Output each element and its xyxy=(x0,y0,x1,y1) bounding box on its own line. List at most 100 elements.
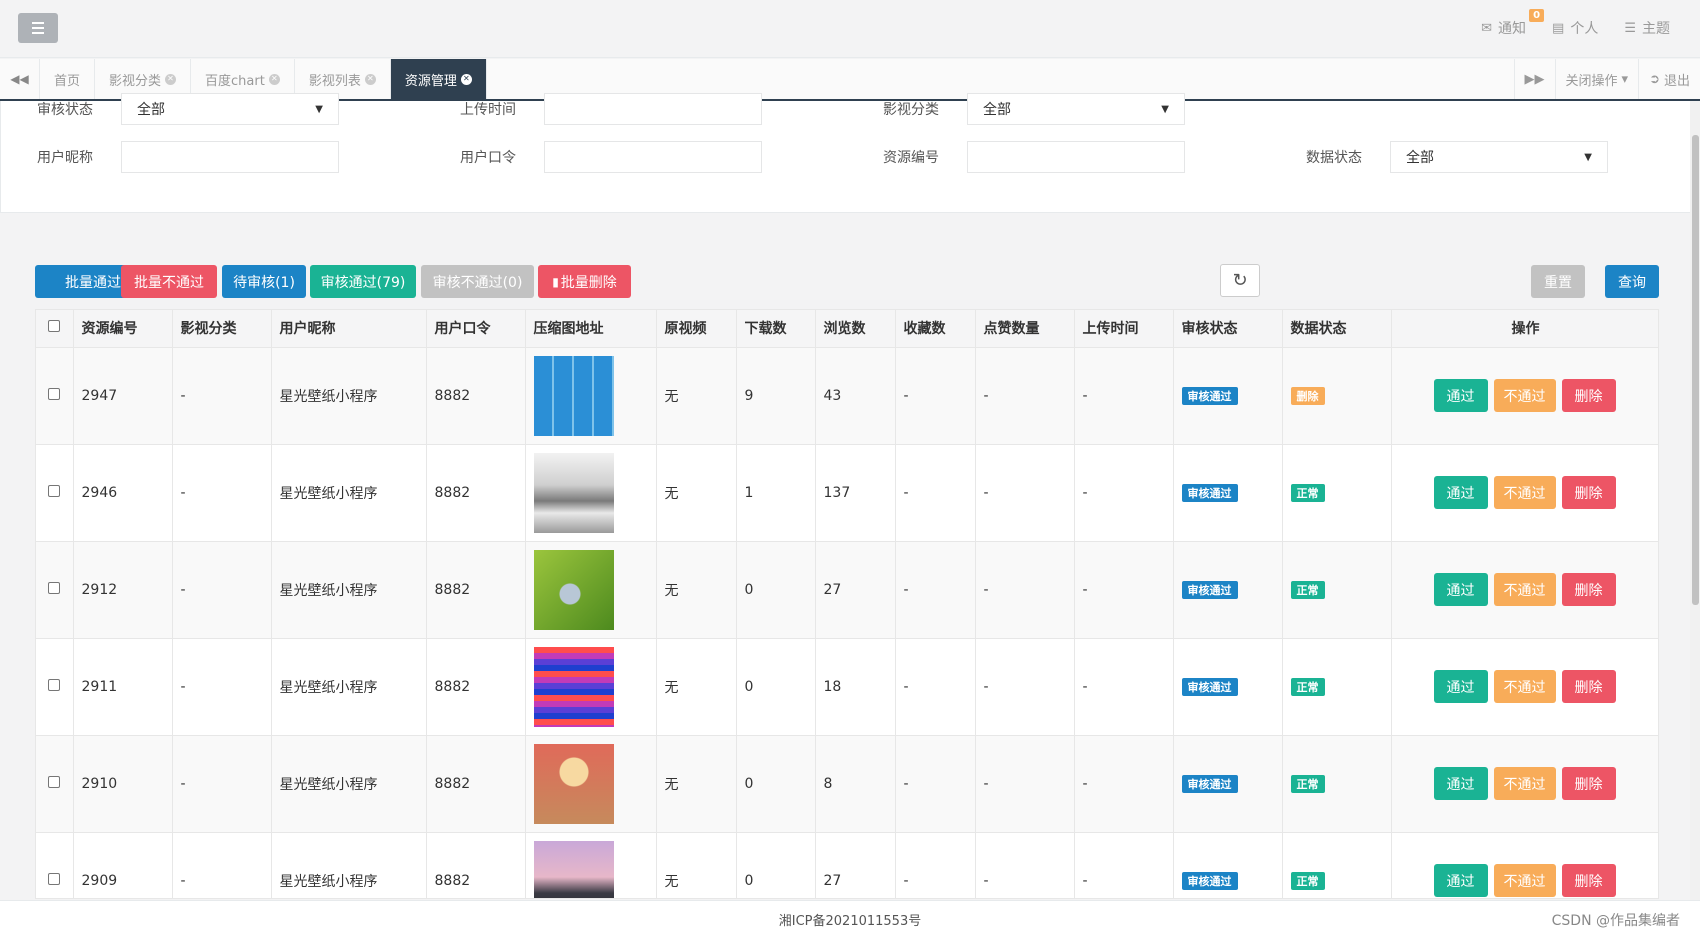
cell-video: 无 xyxy=(656,444,737,542)
caret-down-icon: ▾ xyxy=(1621,71,1629,87)
col-header[interactable]: 审核状态 xyxy=(1173,310,1283,348)
reset-button[interactable]: 重置 xyxy=(1531,265,1585,298)
col-header[interactable]: 压缩图地址 xyxy=(525,310,657,348)
fail-button[interactable]: 不通过 xyxy=(1493,864,1556,897)
cell-resource-id: 2910 xyxy=(73,735,173,833)
audit-status-label: 审核状态 xyxy=(37,102,93,118)
category-select[interactable]: 全部 ▼ xyxy=(967,93,1185,125)
delete-button[interactable]: 删除 xyxy=(1561,864,1616,897)
resource-table: 资源编号 影视分类 用户昵称 用户口令 压缩图地址 原视频 下载数 浏览数 收藏… xyxy=(35,309,1659,899)
delete-button[interactable]: 删除 xyxy=(1561,476,1616,509)
cell-downloads: 0 xyxy=(736,541,816,639)
thumbnail-image[interactable] xyxy=(533,840,614,898)
fail-button[interactable]: 不通过 xyxy=(1493,573,1556,606)
cell-token: 8882 xyxy=(426,347,526,445)
pass-button[interactable]: 通过 xyxy=(1433,379,1488,412)
menu-toggle-button[interactable] xyxy=(18,13,58,43)
col-header[interactable]: 收藏数 xyxy=(895,310,976,348)
failed-filter-button[interactable]: 审核不通过(0) xyxy=(421,265,534,298)
icp-record-link[interactable]: 湘ICP备2021011553号 xyxy=(779,910,921,929)
cell-nickname: 星光壁纸小程序 xyxy=(271,832,427,898)
close-icon[interactable]: ✕ xyxy=(460,73,472,85)
cell-nickname: 星光壁纸小程序 xyxy=(271,541,427,639)
delete-button[interactable]: 删除 xyxy=(1561,379,1616,412)
row-checkbox[interactable] xyxy=(48,775,61,788)
cell-audit-status: 审核通过 xyxy=(1173,541,1283,639)
tab-label: 影视列表 xyxy=(308,73,361,89)
row-checkbox[interactable] xyxy=(48,872,61,885)
top-header: ✉ 通知 0 ▤ 个人 ☰ 主题 xyxy=(0,0,1700,58)
tabs-scroll-right-button[interactable]: ▶▶ xyxy=(1513,59,1555,99)
audit-status-value: 全部 xyxy=(137,102,165,118)
thumbnail-image[interactable] xyxy=(533,355,614,436)
fail-button[interactable]: 不通过 xyxy=(1493,379,1556,412)
delete-button[interactable]: 删除 xyxy=(1561,670,1616,703)
select-all-checkbox[interactable] xyxy=(48,320,61,333)
theme-link[interactable]: ☰ 主题 xyxy=(1624,18,1670,38)
refresh-button[interactable]: ↻ xyxy=(1220,264,1260,297)
pass-button[interactable]: 通过 xyxy=(1433,573,1488,606)
delete-button[interactable]: 删除 xyxy=(1561,573,1616,606)
chevron-down-icon: ▼ xyxy=(315,103,323,115)
notify-link[interactable]: ✉ 通知 0 xyxy=(1481,9,1545,38)
col-header[interactable]: 资源编号 xyxy=(73,310,173,348)
upload-time-input[interactable] xyxy=(544,93,762,125)
pass-button[interactable]: 通过 xyxy=(1433,767,1488,800)
audit-status-badge: 审核通过 xyxy=(1181,677,1238,696)
data-status-select[interactable]: 全部 ▼ xyxy=(1390,141,1608,173)
nickname-input[interactable] xyxy=(121,141,339,173)
fail-button[interactable]: 不通过 xyxy=(1493,670,1556,703)
close-icon[interactable]: ✕ xyxy=(364,73,376,85)
row-checkbox[interactable] xyxy=(48,387,61,400)
nickname-field: 用户昵称 xyxy=(1,141,339,173)
cell-video: 无 xyxy=(656,541,737,639)
passed-filter-button[interactable]: 审核通过(79) xyxy=(310,265,416,298)
fail-button[interactable]: 不通过 xyxy=(1493,767,1556,800)
pass-button[interactable]: 通过 xyxy=(1433,476,1488,509)
row-checkbox[interactable] xyxy=(48,581,61,594)
col-header[interactable]: 用户口令 xyxy=(426,310,526,348)
logout-button[interactable]: ➲ 退出 xyxy=(1638,59,1700,99)
cell-upload-time: - xyxy=(1074,832,1174,898)
thumbnail-image[interactable] xyxy=(533,549,614,630)
batch-fail-button[interactable]: 批量不通过 xyxy=(121,265,217,298)
category-field: 影视分类 全部 ▼ xyxy=(847,93,1185,125)
thumbnail-image[interactable] xyxy=(533,646,614,727)
row-checkbox[interactable] xyxy=(48,678,61,691)
cell-category: - xyxy=(172,832,272,898)
pass-button[interactable]: 通过 xyxy=(1433,670,1488,703)
page-scrollbar-thumb[interactable] xyxy=(1692,135,1699,605)
cell-views: 27 xyxy=(815,541,896,639)
col-header[interactable]: 下载数 xyxy=(736,310,816,348)
pending-filter-button[interactable]: 待审核(1) xyxy=(222,265,306,298)
cell-favorites: - xyxy=(895,638,976,736)
col-header[interactable]: 浏览数 xyxy=(815,310,896,348)
cell-token: 8882 xyxy=(426,444,526,542)
col-header[interactable]: 数据状态 xyxy=(1282,310,1392,348)
cell-token: 8882 xyxy=(426,735,526,833)
resource-id-input[interactable] xyxy=(967,141,1185,173)
tab-label: 影视分类 xyxy=(109,73,162,89)
col-header[interactable]: 原视频 xyxy=(656,310,737,348)
thumbnail-image[interactable] xyxy=(533,452,614,533)
delete-button[interactable]: 删除 xyxy=(1561,767,1616,800)
audit-status-select[interactable]: 全部 ▼ xyxy=(121,93,339,125)
cell-actions: 通过 不通过 删除 xyxy=(1391,832,1658,898)
close-operations-dropdown[interactable]: 关闭操作 ▾ xyxy=(1554,59,1639,99)
pass-button[interactable]: 通过 xyxy=(1433,864,1488,897)
token-input[interactable] xyxy=(544,141,762,173)
col-header[interactable]: 上传时间 xyxy=(1074,310,1174,348)
row-checkbox[interactable] xyxy=(48,484,61,497)
close-icon[interactable]: ✕ xyxy=(268,73,280,85)
query-button[interactable]: 查询 xyxy=(1605,265,1659,298)
col-header[interactable]: 影视分类 xyxy=(172,310,272,348)
thumbnail-image[interactable] xyxy=(533,743,614,824)
close-icon[interactable]: ✕ xyxy=(165,73,177,85)
fail-button[interactable]: 不通过 xyxy=(1493,476,1556,509)
col-header[interactable]: 用户昵称 xyxy=(271,310,427,348)
col-header[interactable]: 点赞数量 xyxy=(975,310,1075,348)
batch-delete-button[interactable]: ▮ 批量删除 xyxy=(538,265,631,298)
profile-link[interactable]: ▤ 个人 xyxy=(1552,18,1598,38)
cell-token: 8882 xyxy=(426,832,526,898)
audit-status-badge: 审核通过 xyxy=(1181,580,1238,599)
